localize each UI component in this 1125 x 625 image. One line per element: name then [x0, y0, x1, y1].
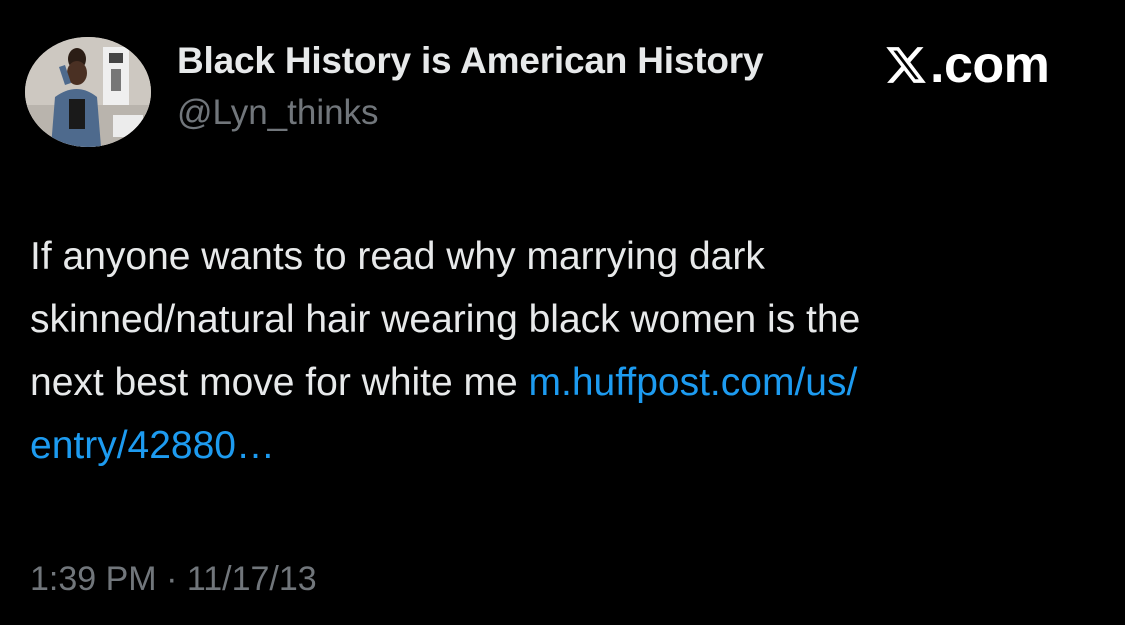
- tweet-date: 11/17/13: [186, 560, 317, 598]
- display-name[interactable]: Black History is American History: [177, 40, 764, 82]
- tweet-text-line: skinned/natural hair wearing black women…: [30, 298, 861, 341]
- tweet-text-segment: next best move for white me: [30, 361, 529, 404]
- avatar[interactable]: [25, 37, 151, 147]
- tweet-text-line: If anyone wants to read why marrying dar…: [30, 235, 765, 278]
- tweet-time: 1:39 PM: [30, 560, 157, 598]
- tweet-link[interactable]: m.huffpost.com/us/: [529, 361, 858, 404]
- tweet-text-line: entry/42880…: [30, 414, 1100, 477]
- user-handle[interactable]: @Lyn_thinks: [177, 93, 379, 133]
- tweet-text-line: next best move for white me m.huffpost.c…: [30, 351, 1100, 414]
- tweet-card: Black History is American History @Lyn_t…: [0, 0, 1125, 625]
- tweet-timestamp[interactable]: 1:39 PM · 11/17/13: [30, 560, 317, 599]
- x-brand: .com: [884, 36, 1050, 94]
- brand-domain: .com: [930, 36, 1050, 94]
- profile-photo: [25, 37, 151, 147]
- tweet-text: If anyone wants to read why marrying dar…: [30, 225, 1100, 477]
- tweet-link-continuation[interactable]: entry/42880…: [30, 424, 275, 467]
- meta-separator: ·: [166, 560, 178, 598]
- x-logo-icon: [886, 47, 926, 83]
